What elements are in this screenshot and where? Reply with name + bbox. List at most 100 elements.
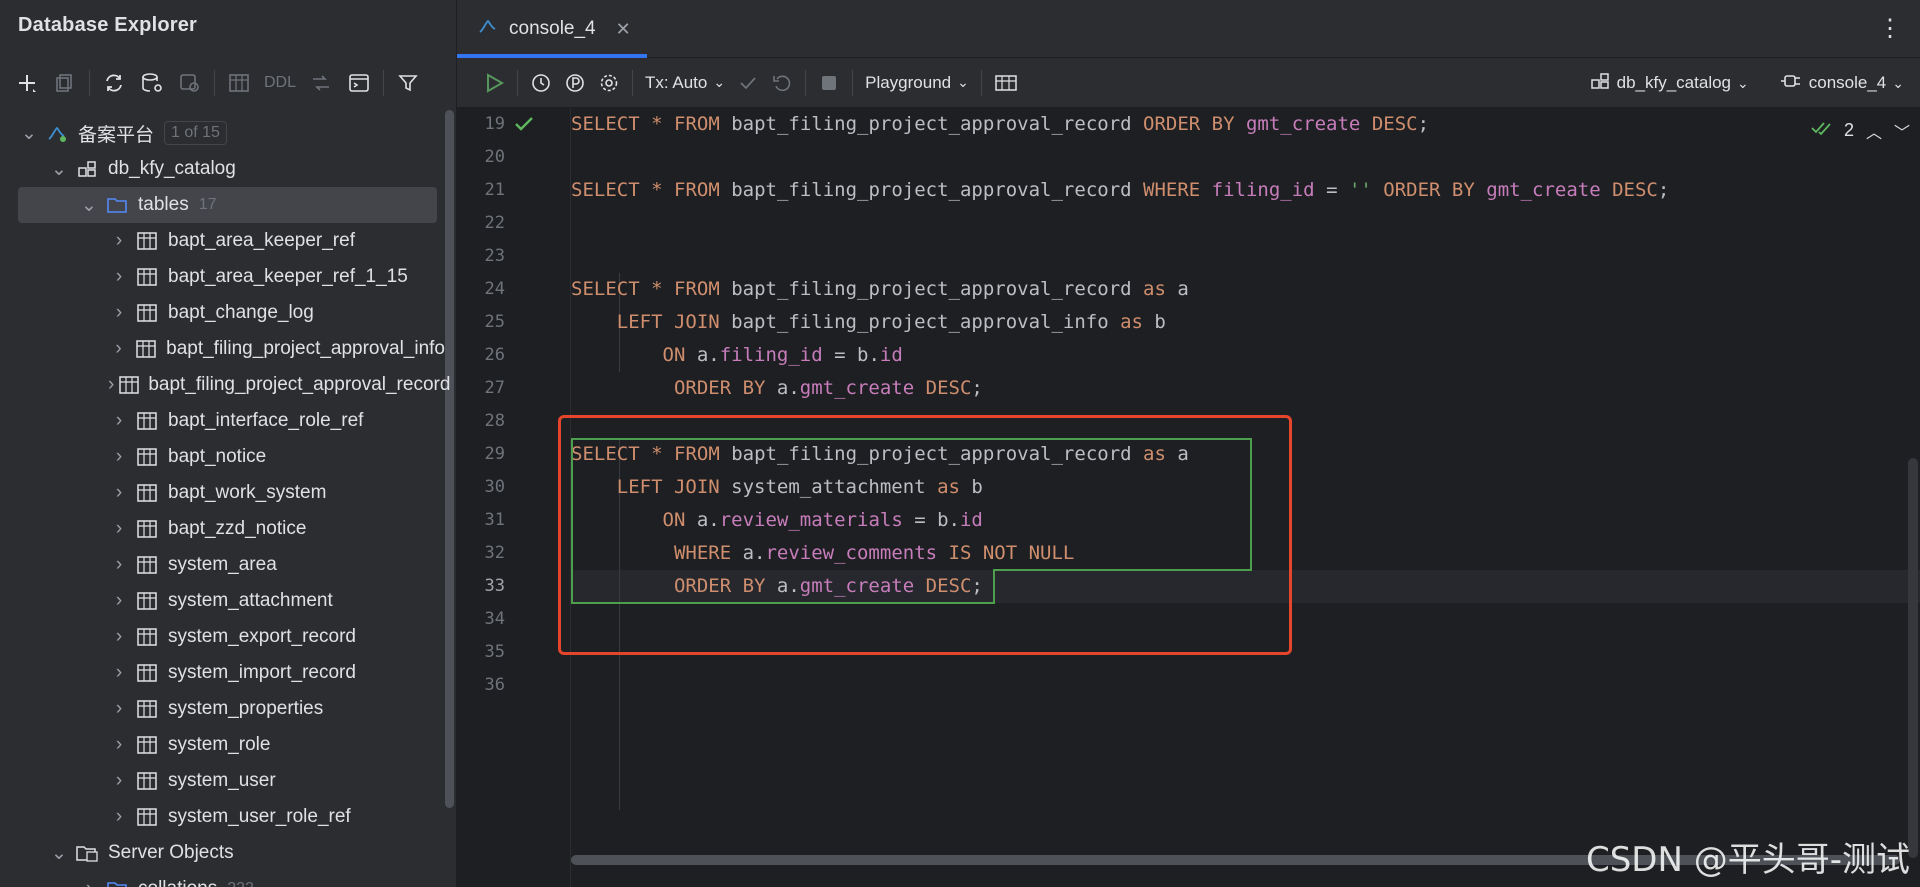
chevron-right-icon[interactable]: ›: [108, 410, 130, 432]
toolbar-separator: [632, 69, 633, 96]
table-icon: [134, 805, 160, 829]
jump-to-query-icon[interactable]: [173, 66, 207, 100]
execute-button[interactable]: [477, 65, 511, 101]
chevron-right-icon[interactable]: ›: [108, 230, 130, 252]
tree-table-item[interactable]: › system_role: [0, 727, 445, 763]
explorer-scrollbar[interactable]: [445, 110, 454, 808]
tree-table-item[interactable]: › bapt_filing_project_approval_record: [0, 367, 450, 403]
mysql-console-icon: [477, 15, 499, 43]
tree-datasource[interactable]: ⌄ 备案平台 1 of 15: [0, 115, 445, 151]
rollback-icon[interactable]: [765, 65, 799, 101]
chevron-up-icon[interactable]: ︿: [1866, 119, 1882, 143]
tree-collations[interactable]: › collations 222: [0, 871, 445, 887]
line-number: 24: [484, 279, 505, 299]
console-icon[interactable]: [342, 66, 376, 100]
folder-icon: [104, 193, 130, 217]
code-line-21: SELECT * FROM bapt_filing_project_approv…: [571, 179, 1670, 201]
datasource-schema-badge[interactable]: 1 of 15: [164, 121, 227, 145]
sql-editor[interactable]: 19 20 21 22 23 24 25 26 27 28 29 30 31 32 33 34 35 36 SEL…: [457, 108, 1920, 887]
chevron-right-icon[interactable]: ›: [108, 518, 130, 540]
chevron-right-icon[interactable]: ›: [108, 590, 130, 612]
compare-icon[interactable]: [304, 66, 338, 100]
ddl-button[interactable]: DDL: [260, 74, 300, 92]
tree-table-item[interactable]: › bapt_notice: [0, 439, 445, 475]
chevron-right-icon[interactable]: ›: [108, 626, 130, 648]
refresh-icon[interactable]: [97, 66, 131, 100]
table-icon: [134, 445, 160, 469]
inspections-widget[interactable]: 2 ︿ ﹀: [1810, 118, 1910, 143]
table-name: system_export_record: [168, 626, 356, 647]
add-icon[interactable]: [10, 66, 44, 100]
line-number: 23: [484, 246, 505, 266]
chevron-right-icon[interactable]: ›: [108, 374, 114, 396]
editor-toolbar-right: db_kfy_catalog ⌄ console_4 ⌄: [1583, 58, 1910, 108]
tree-table-item[interactable]: › system_user_role_ref: [0, 799, 445, 835]
code-area[interactable]: SELECT * FROM bapt_filing_project_approv…: [558, 108, 1920, 887]
line-number: 33: [484, 576, 505, 596]
table-editor-icon[interactable]: [222, 66, 256, 100]
history-icon[interactable]: [524, 65, 558, 101]
tree-table-item[interactable]: › system_export_record: [0, 619, 445, 655]
session-selector[interactable]: console_4 ⌄: [1773, 65, 1910, 101]
table-icon: [134, 265, 160, 289]
table-name: system_area: [168, 554, 277, 575]
chevron-down-icon[interactable]: ⌄: [18, 122, 40, 144]
schema-icon: [74, 157, 100, 181]
database-settings-icon[interactable]: [135, 66, 169, 100]
table-name: bapt_work_system: [168, 482, 327, 503]
playground-dropdown[interactable]: Playground ⌄: [859, 65, 975, 101]
table-icon: [134, 301, 160, 325]
tree-table-item[interactable]: › bapt_area_keeper_ref: [0, 223, 445, 259]
table-icon: [134, 625, 160, 649]
tables-count: 17: [198, 196, 217, 213]
tree-table-item[interactable]: › bapt_area_keeper_ref_1_15: [0, 259, 445, 295]
annotation-highlight-box: [558, 415, 1292, 655]
chevron-down-icon[interactable]: ﹀: [1894, 119, 1910, 143]
copy-icon[interactable]: [48, 66, 82, 100]
tree-tables-folder[interactable]: ⌄ tables 17: [0, 187, 445, 223]
tree-table-item[interactable]: › bapt_filing_project_approval_info: [0, 331, 445, 367]
editor-vertical-scrollbar[interactable]: [1908, 458, 1918, 858]
tree-server-objects[interactable]: ⌄ Server Objects: [0, 835, 445, 871]
output-table-icon[interactable]: [988, 65, 1024, 101]
more-options-icon[interactable]: ⋮: [1878, 14, 1902, 43]
explorer-toolbar: DDL: [10, 64, 425, 102]
chevron-down-icon[interactable]: ⌄: [48, 158, 70, 180]
transaction-mode-dropdown[interactable]: Tx: Auto ⌄: [639, 65, 731, 101]
chevron-right-icon[interactable]: ›: [108, 770, 130, 792]
table-name: bapt_filing_project_approval_info: [166, 338, 445, 359]
commit-icon[interactable]: [731, 65, 765, 101]
stop-icon[interactable]: [812, 65, 846, 101]
tree-table-item[interactable]: › system_properties: [0, 691, 445, 727]
line-number: 26: [484, 345, 505, 365]
tree-table-item[interactable]: › bapt_interface_role_ref: [0, 403, 445, 439]
chevron-right-icon[interactable]: ›: [78, 878, 100, 887]
tree-table-item[interactable]: › system_area: [0, 547, 445, 583]
chevron-right-icon[interactable]: ›: [108, 698, 130, 720]
chevron-right-icon[interactable]: ›: [108, 446, 130, 468]
chevron-right-icon[interactable]: ›: [108, 662, 130, 684]
tree-table-item[interactable]: › bapt_work_system: [0, 475, 445, 511]
tree-table-item[interactable]: › bapt_change_log: [0, 295, 445, 331]
tree-schema[interactable]: ⌄ db_kfy_catalog: [0, 151, 445, 187]
chevron-right-icon[interactable]: ›: [108, 806, 130, 828]
chevron-down-icon[interactable]: ⌄: [78, 194, 100, 216]
datasource-selector[interactable]: db_kfy_catalog ⌄: [1583, 65, 1755, 101]
chevron-right-icon[interactable]: ›: [108, 338, 129, 360]
line-number: 32: [484, 543, 505, 563]
chevron-down-icon[interactable]: ⌄: [48, 842, 70, 864]
explain-plan-icon[interactable]: [558, 65, 592, 101]
tree-table-item[interactable]: › system_import_record: [0, 655, 445, 691]
close-icon[interactable]: ✕: [616, 19, 631, 40]
tree-table-item[interactable]: › system_user: [0, 763, 445, 799]
filter-icon[interactable]: [391, 66, 425, 100]
chevron-right-icon[interactable]: ›: [108, 482, 130, 504]
chevron-right-icon[interactable]: ›: [108, 302, 130, 324]
tree-table-item[interactable]: › bapt_zzd_notice: [0, 511, 445, 547]
chevron-right-icon[interactable]: ›: [108, 554, 130, 576]
tree-table-item[interactable]: › system_attachment: [0, 583, 445, 619]
settings-icon[interactable]: [592, 65, 626, 101]
chevron-right-icon[interactable]: ›: [108, 266, 130, 288]
chevron-right-icon[interactable]: ›: [108, 734, 130, 756]
tab-console-4[interactable]: console_4 ✕: [457, 0, 647, 58]
